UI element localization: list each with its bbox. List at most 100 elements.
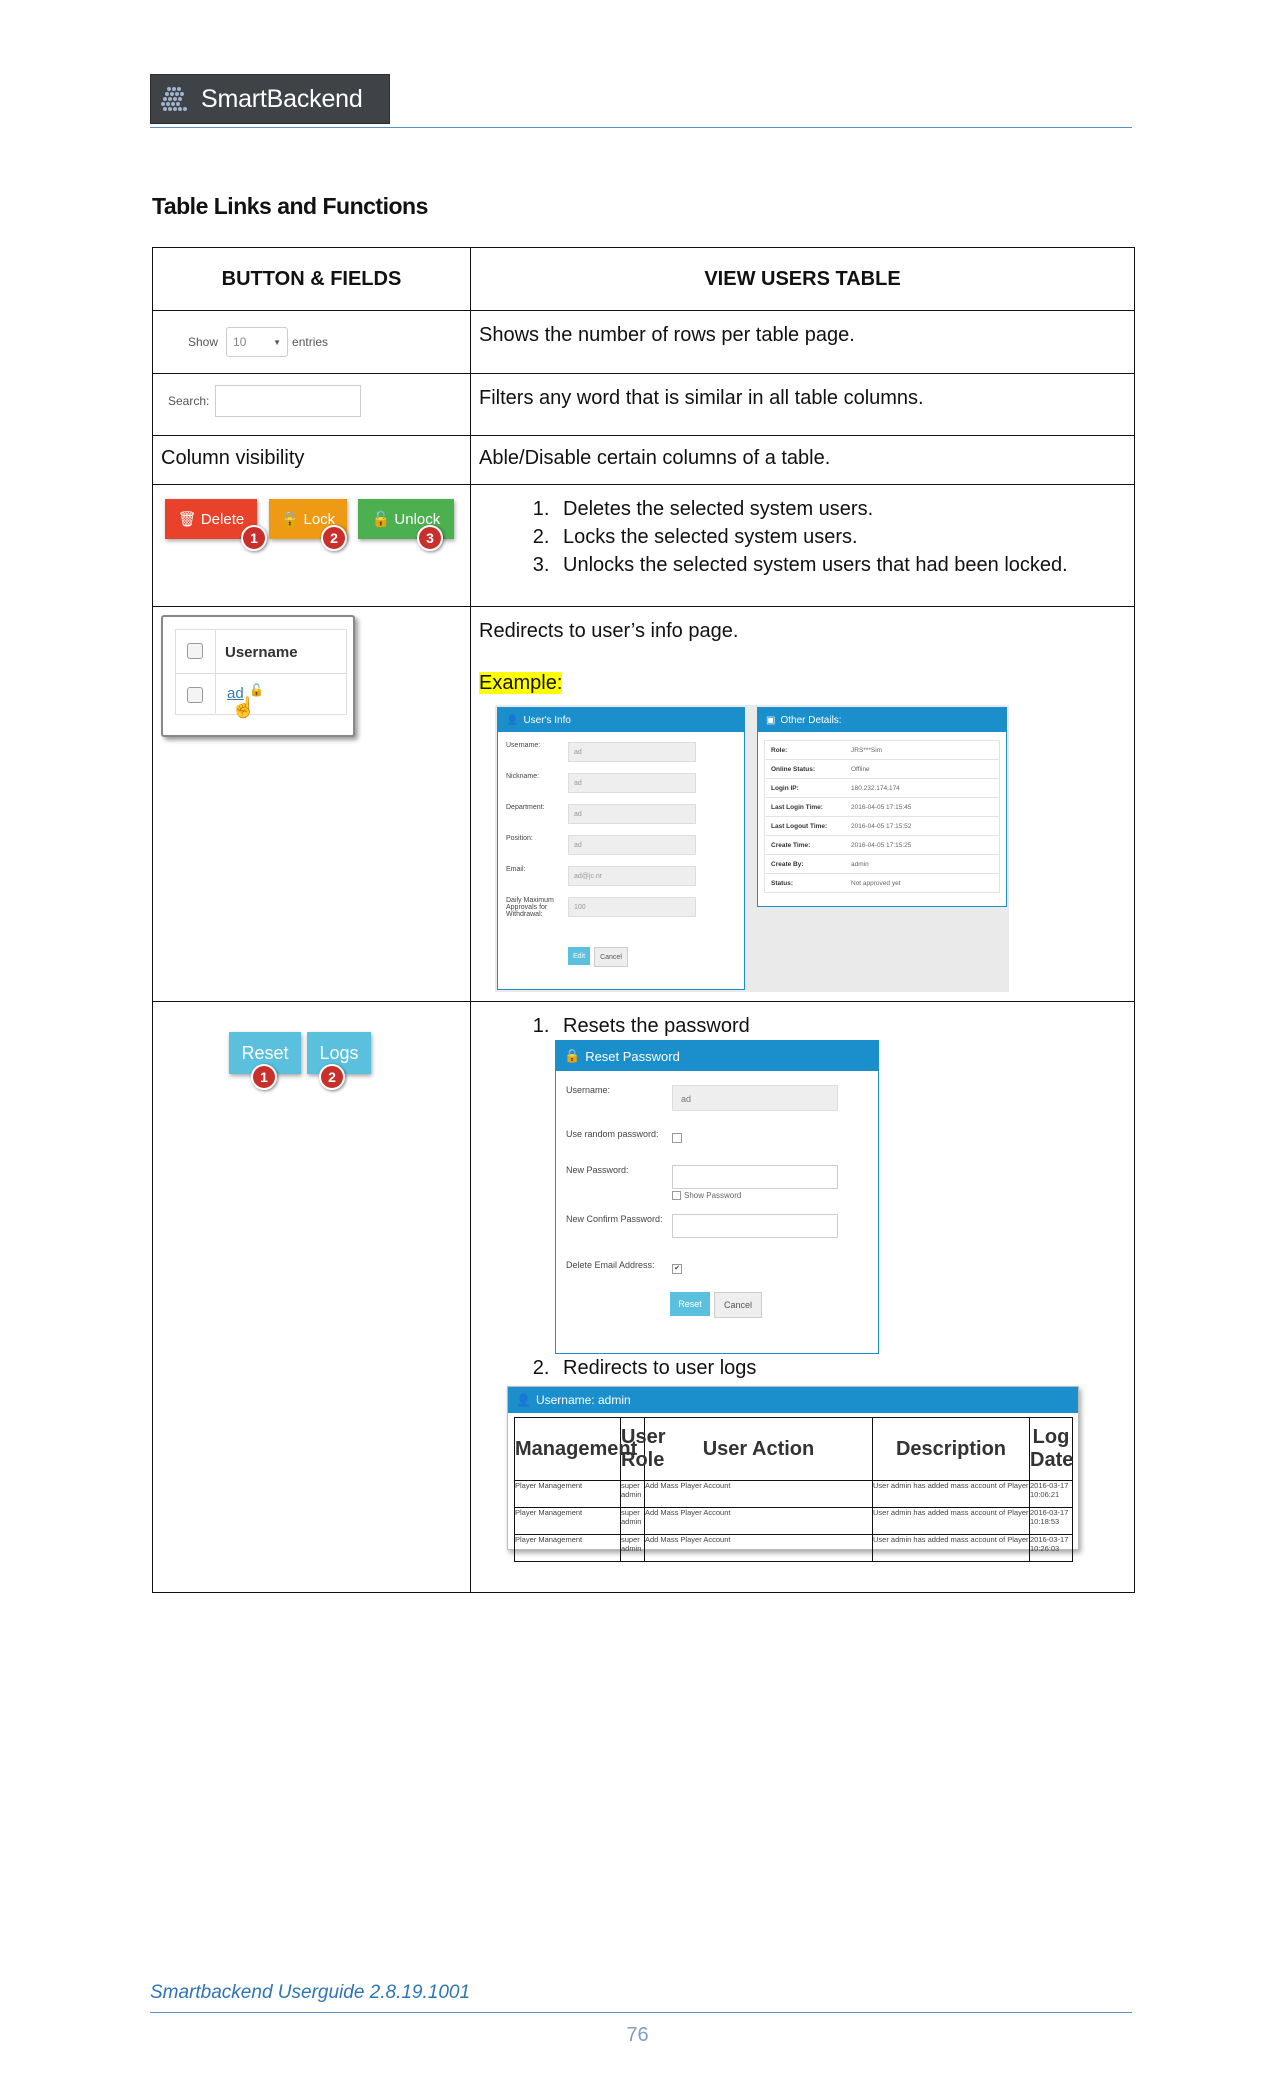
- field-label: Position:: [506, 835, 533, 842]
- detail-row: Status: Not approved yet: [765, 874, 999, 892]
- rp-delete-email-label: Delete Email Address:: [566, 1260, 655, 1270]
- detail-key: Create By:: [771, 860, 804, 868]
- header-rule: [150, 127, 1132, 128]
- other-details-panel: ▣ Other Details: Role: JRS***Sim Online S…: [757, 707, 1007, 907]
- detail-value: 2016-04-05 17:15:25: [851, 841, 912, 849]
- page-number: 76: [626, 2024, 649, 2046]
- col-header-buttons: BUTTON & FIELDS: [152, 247, 471, 311]
- logs-cell: Player Management: [514, 1507, 621, 1535]
- logs-cell: Add Mass Player Account: [644, 1480, 873, 1508]
- detail-row: Login IP: 180.232.174.174: [765, 779, 999, 798]
- rp-username-input[interactable]: ad: [672, 1085, 838, 1111]
- entries-select[interactable]: 10 ▼: [226, 327, 289, 357]
- row-checkbox[interactable]: [187, 687, 203, 703]
- delete-label: Delete: [200, 510, 245, 528]
- lock-icon: 🔒: [564, 1048, 581, 1063]
- entries-label: entries: [292, 335, 329, 349]
- field-value[interactable]: 100: [568, 897, 696, 917]
- info-row-email: Email: ad@jc.nr: [498, 866, 744, 897]
- field-label: Email:: [506, 866, 526, 873]
- search-label: Search:: [168, 394, 210, 408]
- rp-new-row: New Password: Show Password: [556, 1165, 878, 1200]
- search-input[interactable]: [215, 385, 362, 417]
- table-row: Player Management super admin Add Mass P…: [514, 1534, 1073, 1562]
- logs-col-header: Management: [514, 1417, 637, 1481]
- action-buttons-cell: 🗑 Delete 1 🔒 Lock 2 🔓 Unlock 3: [152, 484, 471, 607]
- badge-1: 1: [241, 525, 267, 551]
- rp-delete-email-checkbox[interactable]: ✔: [672, 1264, 682, 1274]
- badge-1: 1: [251, 1064, 277, 1090]
- detail-row: Online Status: Offline: [765, 760, 999, 779]
- logs-cell: super admin: [620, 1534, 645, 1562]
- detail-key: Role:: [771, 746, 788, 754]
- show-password-checkbox[interactable]: [672, 1191, 681, 1200]
- detail-value: 2016-04-05 17:15:45: [851, 803, 912, 811]
- field-value[interactable]: ad: [568, 742, 696, 762]
- detail-key: Status:: [771, 879, 794, 887]
- column-visibility-description: Able/Disable certain columns of a table.: [479, 447, 831, 469]
- badge-2: 2: [319, 1064, 345, 1090]
- detail-row: Last Login Time: 2016-04-05 17:15:45: [765, 798, 999, 817]
- username-header: Username: [225, 644, 298, 661]
- detail-key: Last Logout Time:: [771, 822, 828, 830]
- detail-value: 180.232.174.174: [851, 784, 900, 792]
- hand-cursor-icon: ☝: [231, 697, 256, 719]
- rp-random-checkbox[interactable]: [672, 1133, 682, 1143]
- detail-key: Create Time:: [771, 841, 811, 849]
- logs-cell: 2016-03-17 10:18:53: [1029, 1507, 1073, 1535]
- edit-button[interactable]: Edit: [568, 947, 590, 965]
- dropdown-arrow-icon: ▼: [273, 337, 282, 347]
- username-column-snippet: Username ad 🔓 ☝: [161, 615, 355, 737]
- list-item: Deletes the selected system users.: [555, 495, 1134, 523]
- rp-random-label: Use random password:: [566, 1129, 659, 1139]
- cancel-button[interactable]: Cancel: [594, 947, 628, 967]
- users-info-panel: 👤 User's Info Username: ad Nickname: ad De…: [497, 707, 745, 990]
- logs-cell: 2016-03-17 10:06:21: [1029, 1480, 1073, 1508]
- logs-title: Username: admin: [535, 1393, 631, 1407]
- detail-row: Role: JRS***Sim: [765, 741, 999, 760]
- logs-col-header: Log Date: [1029, 1417, 1073, 1481]
- actions-list: Deletes the selected system users. Locks…: [471, 495, 1134, 579]
- search-description: Filters any word that is similar in all …: [479, 387, 924, 409]
- detail-value: Offline: [851, 765, 870, 773]
- col-header-view: VIEW USERS TABLE: [470, 247, 1135, 311]
- badge-2: 2: [321, 525, 347, 551]
- reset-password-screenshot: 🔒 Reset Password Username: ad Use random…: [555, 1040, 879, 1354]
- user-icon: 👤: [516, 1393, 531, 1407]
- table-row: Player Management super admin Add Mass P…: [514, 1507, 1073, 1535]
- select-all-checkbox[interactable]: [187, 643, 203, 659]
- rp-delete-email-row: Delete Email Address: ✔: [556, 1260, 878, 1274]
- logs-cell: 2016-03-17 10:26:03: [1029, 1534, 1073, 1562]
- section-title: Table Links and Functions: [152, 193, 428, 219]
- info-row-max-approvals: Daily Maximum Approvals for Withdrawal: 1…: [498, 897, 744, 943]
- user-logs-screenshot: 👤 Username: admin Management User Role U…: [507, 1386, 1079, 1562]
- logs-col-header: User Action: [644, 1417, 873, 1481]
- field-value[interactable]: ad: [568, 835, 696, 855]
- rp-cancel-button[interactable]: Cancel: [714, 1292, 762, 1318]
- other-details-title: Other Details:: [780, 714, 842, 726]
- logs-cell: Player Management: [514, 1480, 621, 1508]
- other-details-list: Role: JRS***Sim Online Status: Offline Log…: [764, 740, 1000, 893]
- field-value[interactable]: ad@jc.nr: [568, 866, 696, 886]
- logs-header-row: Management User Role User Action Descrip…: [514, 1417, 1073, 1481]
- table-row-username: Username ad 🔓 ☝ Redirects to user’s info…: [152, 606, 1135, 1002]
- trash-icon: 🗑: [177, 511, 197, 528]
- logs-table: Management User Role User Action Descrip…: [514, 1417, 1073, 1562]
- lock-icon: 🔒: [280, 511, 300, 528]
- rp-new-input[interactable]: [672, 1165, 838, 1189]
- detail-value: Not approved yet: [851, 879, 901, 887]
- logs-col-header: User Role: [620, 1417, 665, 1481]
- logs-cell: User admin has added mass account of Pla…: [872, 1480, 1030, 1508]
- field-value[interactable]: ad: [568, 804, 696, 824]
- field-value[interactable]: ad: [568, 773, 696, 793]
- rp-confirm-label: New Confirm Password:: [566, 1214, 663, 1224]
- rp-reset-button[interactable]: Reset: [670, 1292, 710, 1316]
- list-item: Resets the password: [555, 1012, 1134, 1040]
- logs-col-header: Description: [872, 1417, 1030, 1481]
- rp-confirm-input[interactable]: [672, 1214, 838, 1238]
- logs-cell: Player Management: [514, 1534, 621, 1562]
- logo-text: SmartBackend: [201, 84, 363, 113]
- list-item: Locks the selected system users.: [555, 523, 1134, 551]
- info-row-department: Department: ad: [498, 804, 744, 835]
- detail-key: Last Login Time:: [771, 803, 823, 811]
